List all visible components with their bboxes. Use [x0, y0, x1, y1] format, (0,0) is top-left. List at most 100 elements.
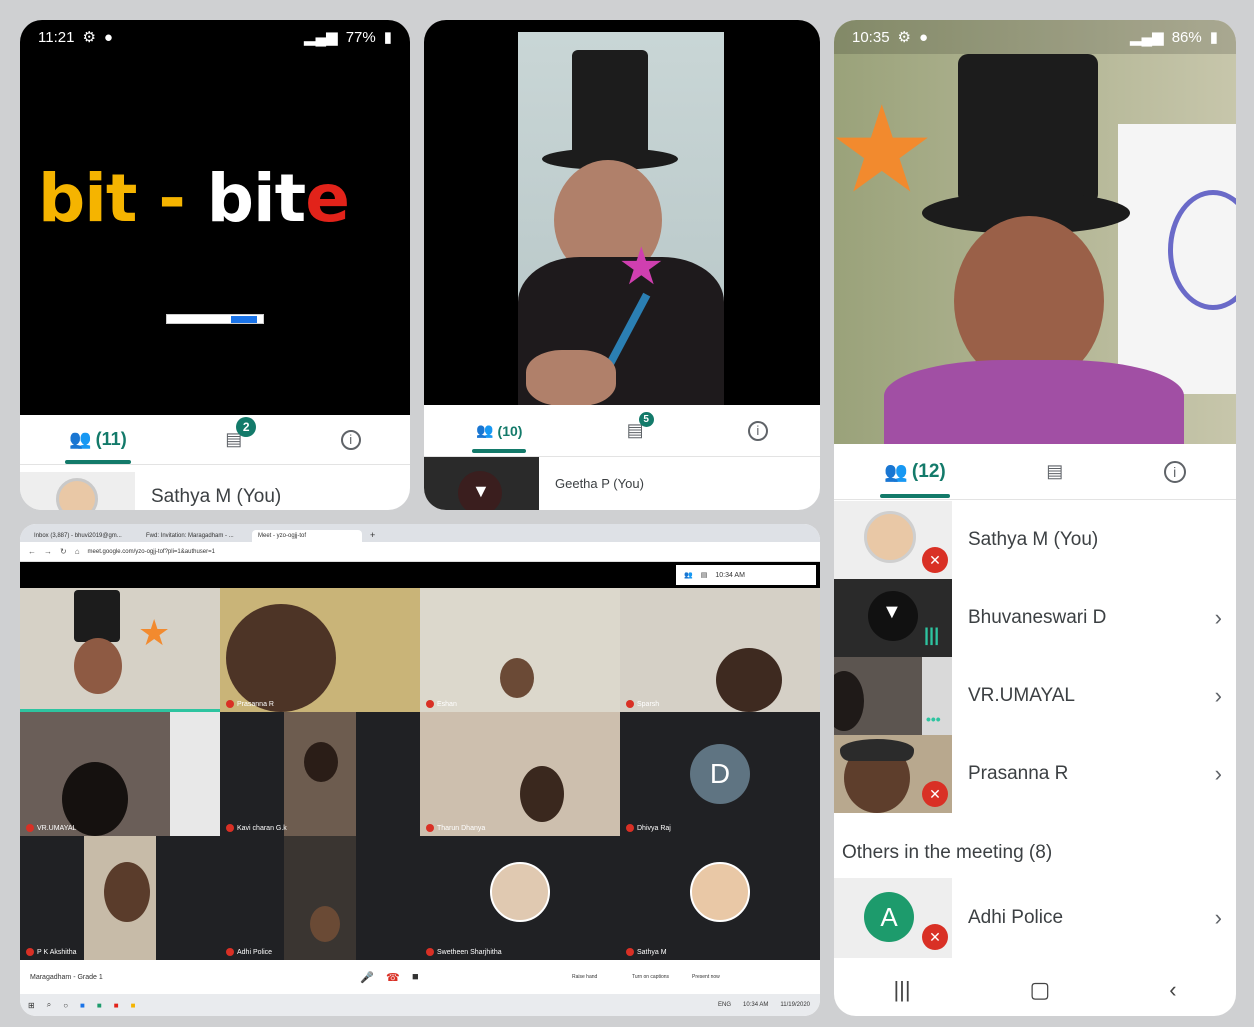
tray-time: 10:34 AM	[743, 1002, 769, 1008]
orange-star-icon: ★	[138, 612, 171, 653]
meet-tab-bar: 👥 (12) ▤ i	[834, 444, 1236, 500]
video-tile[interactable]: Sathya M	[620, 836, 820, 960]
tab-chat[interactable]: ▤ 5	[627, 412, 654, 441]
top-hat	[958, 54, 1098, 204]
tab-people[interactable]: 👥 (10)	[472, 422, 527, 453]
task-view-icon[interactable]: ○	[63, 1001, 68, 1010]
chevron-right-icon[interactable]: ›	[1215, 905, 1236, 931]
speaker-video: ★	[424, 20, 820, 405]
people-icon[interactable]: 👥	[684, 571, 693, 579]
chat-badge: 5	[638, 412, 654, 427]
tile-label: P K Akshitha	[26, 948, 77, 956]
meet-top-bar: 👥 ▤ 10:34 AM	[20, 562, 820, 588]
slide-word-e: e	[305, 160, 350, 237]
participant-row[interactable]: ✕ Prasanna R ›	[834, 735, 1236, 813]
meeting-details[interactable]: Maragadham - Grade 1	[20, 974, 360, 981]
present-button[interactable]: Present now	[692, 974, 752, 980]
video-tile[interactable]: Eshan	[420, 588, 620, 712]
participant-row[interactable]: ✕ Sathya M (You)	[834, 501, 1236, 579]
speaker-video: 10:35 ⚙ ● ▂▄▆ 86% ▮ ★	[834, 20, 1236, 444]
participant-row[interactable]: ▼ ||| Bhuvaneswari D ›	[834, 579, 1236, 657]
video-tile[interactable]: Prasanna R	[220, 588, 420, 712]
tile-label: Eshan	[426, 700, 457, 708]
camera-icon[interactable]: ■	[412, 971, 572, 983]
forward-icon[interactable]: →	[44, 547, 52, 556]
video-tile[interactable]: Kavi charan G.k	[220, 712, 420, 836]
taskbar-app-icon[interactable]: ■	[80, 1001, 85, 1010]
recents-icon[interactable]: |||	[893, 977, 910, 1003]
new-tab-icon[interactable]: +	[364, 528, 381, 542]
tile-face	[716, 648, 782, 712]
tile-label: Adhi Police	[226, 948, 272, 956]
video-tile[interactable]: VR.UMAYAL	[20, 712, 220, 836]
info-icon: i	[1163, 460, 1186, 483]
browser-tab[interactable]: Fwd: Invitation: Maragadham - ...	[140, 530, 250, 542]
address-bar[interactable]: meet.google.com/yzo-ogjj-tof?pli=1&authu…	[88, 549, 215, 555]
people-icon: 👥	[476, 422, 494, 438]
windows-start-icon[interactable]: ⊞	[28, 1001, 35, 1010]
raise-hand-button[interactable]: Raise hand	[572, 974, 632, 980]
tab-chat[interactable]: ▤ 2	[225, 417, 257, 450]
browser-tab[interactable]: Inbox (3,887) - bhuvi2019@gm...	[28, 530, 138, 542]
signal-icon: ▂▄▆	[1130, 29, 1164, 46]
tile-face	[500, 658, 534, 698]
chevron-right-icon[interactable]: ›	[1215, 605, 1236, 631]
captions-button[interactable]: Turn on captions	[632, 974, 692, 980]
video-tile[interactable]: D Dhivya Raj	[620, 712, 820, 836]
participant-row[interactable]: Sathya M (You)	[20, 472, 410, 510]
taskbar-app-icon[interactable]: ■	[114, 1001, 119, 1010]
video-tile[interactable]: Tharun Dhanya	[420, 712, 620, 836]
participant-row[interactable]: ▼ Geetha P (You)	[424, 457, 820, 510]
mic-icon[interactable]: 🎤	[360, 971, 386, 984]
chevron-right-icon[interactable]: ›	[1215, 761, 1236, 787]
video-grid: ★ Prasanna R Eshan Sparsh VR.UMAYAL Kavi…	[20, 588, 820, 960]
mic-off-icon: ✕	[922, 547, 948, 573]
tab-info[interactable]: i	[1163, 460, 1186, 483]
battery-level: 86%	[1171, 28, 1202, 46]
top-hat	[74, 590, 120, 642]
gear-icon: ⚙	[82, 29, 96, 46]
participant-row[interactable]: ••• VR.UMAYAL ›	[834, 657, 1236, 735]
reload-icon[interactable]: ↻	[60, 547, 67, 556]
taskbar-app-icon[interactable]: ■	[97, 1001, 102, 1010]
tab-info[interactable]: i	[340, 429, 361, 450]
tile-video	[84, 836, 156, 960]
home-icon[interactable]: ⌂	[75, 547, 80, 556]
avatar: ✕	[834, 501, 952, 579]
back-icon[interactable]: ‹	[1169, 977, 1176, 1003]
phone-screen-slide: 11:21 ⚙ ● ▂▄▆ 77% ▮ bit - bite 👥 (11) ▤ …	[20, 20, 410, 510]
search-icon[interactable]: ⌕	[47, 1000, 51, 1010]
slide-title: bit - bite	[38, 160, 350, 237]
avatar: ▼	[424, 457, 539, 510]
app-icon: ●	[103, 28, 113, 46]
tab-people[interactable]: 👥 (12)	[880, 460, 951, 498]
meet-tab-bar: 👥 (10) ▤ 5 i	[424, 405, 820, 457]
tile-face	[520, 766, 564, 822]
video-tile[interactable]: Sparsh	[620, 588, 820, 712]
meet-top-info: 👥 ▤ 10:34 AM	[676, 565, 816, 585]
video-tile[interactable]: P K Akshitha	[20, 836, 220, 960]
back-icon[interactable]: ←	[28, 547, 36, 556]
chat-icon[interactable]: ▤	[701, 571, 708, 579]
avatar-face	[864, 511, 916, 563]
browser-tab-active[interactable]: Meet - yzo-ogjj-tof	[252, 530, 362, 542]
initial-avatar: D	[690, 744, 750, 804]
tab-info[interactable]: i	[747, 420, 768, 441]
battery-icon: ▮	[383, 29, 392, 46]
slide-dash: -	[136, 160, 207, 237]
tab-people[interactable]: 👥 (11)	[65, 429, 132, 464]
participant-name: Sathya M (You)	[968, 529, 1099, 550]
home-icon[interactable]: ▢	[1030, 977, 1051, 1003]
taskbar-app-icon[interactable]: ■	[131, 1001, 136, 1010]
shirt	[884, 360, 1184, 444]
cap-icon	[840, 739, 914, 761]
video-tile[interactable]: ★	[20, 588, 220, 712]
video-tile[interactable]: Swetheen Sharjhitha	[420, 836, 620, 960]
video-tile[interactable]: Adhi Police	[220, 836, 420, 960]
tab-chat[interactable]: ▤	[1046, 461, 1063, 482]
slide-word-bi: bi	[206, 160, 276, 237]
participant-row[interactable]: A ✕ Adhi Police ›	[834, 878, 1236, 958]
end-call-icon[interactable]: ☎	[386, 971, 412, 984]
tile-face	[74, 638, 122, 694]
chevron-right-icon[interactable]: ›	[1215, 683, 1236, 709]
